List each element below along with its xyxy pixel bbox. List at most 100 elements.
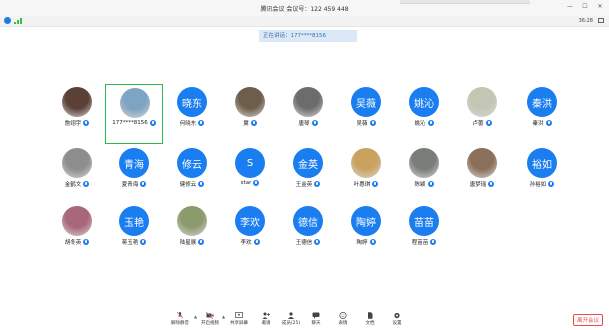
shield-icon[interactable] [4,17,11,24]
documents-button[interactable]: 文档 [358,312,382,326]
settings-button[interactable]: 设置 [385,312,409,326]
microphone-icon [372,181,379,187]
participant-tile[interactable]: 吴薇 吴薇 [337,84,395,144]
close-button[interactable]: ✕ [595,3,605,11]
leave-meeting-button[interactable]: 离开会议 [573,314,603,326]
avatar: 玉艳 [119,206,149,236]
participant-name-row: 唐琴 [279,119,337,127]
start-video-button[interactable]: 开启视频 [198,312,222,326]
avatar [467,148,497,178]
participant-tile[interactable]: 陶婷 陶婷 [337,203,395,263]
participant-name: 陶婷 [356,240,368,246]
participant-name-row: 陈颖 [395,180,453,188]
participant-tile[interactable]: 唐梦瑶 [453,145,511,205]
participant-name: star [240,180,252,186]
participant-name-row: 姚沁 [395,119,453,127]
participant-name: 吴薇 [356,121,368,127]
signal-icon[interactable] [14,18,22,24]
participant-name: 唐琴 [298,121,310,127]
camera-off-icon [206,312,214,319]
audio-options-caret[interactable]: ▲ [194,314,197,319]
microphone-icon [427,120,434,126]
maximize-button[interactable]: ☐ [580,3,590,11]
participant-tile[interactable]: 唐琴 [279,84,337,144]
microphone-icon [488,181,495,187]
microphone-icon [369,120,376,126]
participant-tile[interactable]: 177****8156 [105,84,163,144]
members-icon [288,312,294,319]
avatar [62,87,92,117]
minimize-button[interactable]: — [565,3,575,11]
participant-name-row: 詹翊宇 [48,119,106,127]
participant-tile[interactable]: 姚沁 姚沁 [395,84,453,144]
microphone-icon [253,239,260,245]
reactions-button[interactable]: 表情 [331,312,355,326]
participant-name: 胡冬英 [64,240,82,246]
microphone-icon [83,239,90,245]
chat-icon [312,312,320,319]
avatar: 金英 [293,148,323,178]
avatar [409,148,439,178]
participant-name-row: 吴薇 [337,119,395,127]
participant-name: 詹翊宇 [64,121,82,127]
participant-tile[interactable]: 秦洪 秦洪 [513,84,571,144]
microphone-icon [83,120,90,126]
avatar: 李欢 [235,206,265,236]
unmute-button[interactable]: 解除静音 [168,312,192,326]
participant-tile[interactable]: 德信 王德信 [279,203,337,263]
participant-tile[interactable]: 卢蕾 [453,84,511,144]
participant-tile[interactable]: 修云 健修云 [163,145,221,205]
share-screen-button[interactable]: 共享屏幕 [227,312,251,326]
avatar: 晓东 [177,87,207,117]
participant-name-row: 王德信 [279,238,337,246]
participant-tile[interactable]: 胡冬英 [48,203,106,263]
video-options-caret[interactable]: ▲ [222,314,225,319]
participant-name: 孙裕如 [529,182,547,188]
participant-tile[interactable]: 陈颖 [395,145,453,205]
participant-tile[interactable]: 陆星展 [163,203,221,263]
avatar: 裕如 [527,148,557,178]
participant-name-row: 健修云 [163,180,221,188]
avatar [235,87,265,117]
participant-name-row: 秦洪 [513,119,571,127]
participant-name-row: 蒋玉艳 [105,238,163,246]
participant-tile[interactable]: 翼 [221,84,279,144]
avatar: 吴薇 [351,87,381,117]
participant-tile[interactable]: 玉艳 蒋玉艳 [105,203,163,263]
participant-name-row: 翼 [221,119,279,127]
microphone-icon [427,181,434,187]
chat-button[interactable]: 聊天 [304,312,328,326]
participant-tile[interactable]: 晓东 何晓东 [163,84,221,144]
participant-tile[interactable]: 李欢 李欢 [221,203,279,263]
participant-tile[interactable]: 青海 夏青海 [105,145,163,205]
microphone-icon [83,181,90,187]
avatar: 秦洪 [527,87,557,117]
participant-name: 蒋玉艳 [121,240,139,246]
avatar: S [235,148,265,178]
avatar [62,148,92,178]
participant-tile[interactable]: 叶惠琪 [337,145,395,205]
participant-tile[interactable]: 裕如 孙裕如 [513,145,571,205]
participant-tile[interactable]: 金英 王金英 [279,145,337,205]
microphone-icon [314,239,321,245]
microphone-muted-icon [176,312,184,319]
info-bar [0,16,609,27]
participant-name: 健修云 [179,182,197,188]
speaking-indicator: 正在讲话：177****8156 [259,30,357,42]
invite-button[interactable]: 邀请 [254,312,278,326]
participant-tile[interactable]: 金鹤文 [48,145,106,205]
participant-tile[interactable]: 詹翊宇 [48,84,106,144]
participant-name: 秦洪 [532,121,544,127]
participant-name: 翼 [243,121,249,127]
participant-tile[interactable]: Sstar [221,145,279,205]
avatar [351,148,381,178]
microphone-icon [140,239,147,245]
participant-tile[interactable]: 苗苗 程苗苗 [395,203,453,263]
microphone-icon [198,181,205,187]
participant-name: 姚沁 [414,121,426,127]
participant-name: 唐梦瑶 [469,182,487,188]
grid-view-icon[interactable] [598,18,604,23]
members-button[interactable]: 成员(25) [279,312,303,326]
participant-name-row: 卢蕾 [453,119,511,127]
participant-name-row: 李欢 [221,238,279,246]
